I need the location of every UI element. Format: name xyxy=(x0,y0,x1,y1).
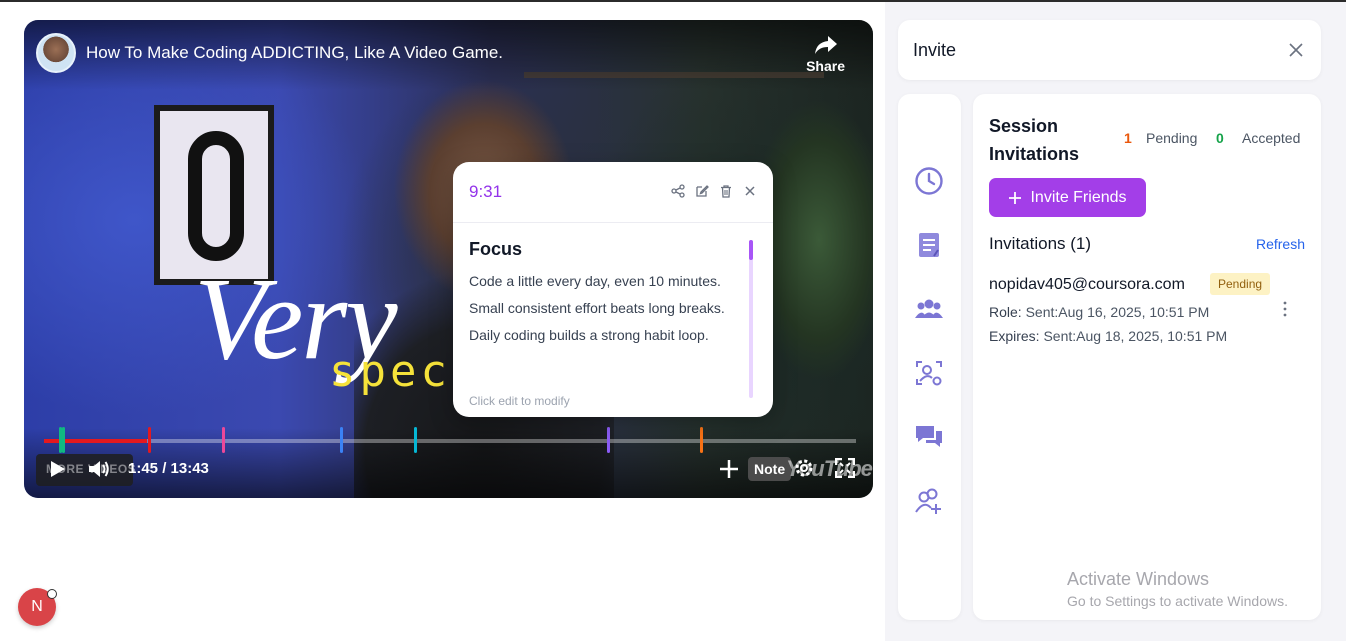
note-body: Code a little every day, even 10 minutes… xyxy=(469,270,739,351)
note-toolbar xyxy=(671,184,757,198)
accepted-count: 0 xyxy=(1216,130,1224,146)
video-title[interactable]: How To Make Coding ADDICTING, Like A Vid… xyxy=(86,43,503,63)
plus-icon xyxy=(1009,191,1022,204)
note-marker[interactable] xyxy=(700,427,704,453)
accepted-label: Accepted xyxy=(1242,130,1301,146)
note-scroll-thumb[interactable] xyxy=(749,240,753,260)
close-icon[interactable] xyxy=(1289,43,1303,57)
add-note-icon[interactable] xyxy=(718,458,740,480)
share-icon xyxy=(814,36,837,54)
note-scrollbar[interactable] xyxy=(749,240,753,398)
side-icon-rail xyxy=(898,94,961,620)
share-note-icon[interactable] xyxy=(671,184,685,198)
note-line: Code a little every day, even 10 minutes… xyxy=(469,273,721,289)
video-time: 1:45 / 13:43 xyxy=(128,460,209,477)
pending-label: Pending xyxy=(1146,130,1198,146)
invite-header: Invite xyxy=(898,20,1321,80)
close-note-icon[interactable] xyxy=(743,184,757,198)
more-options-icon[interactable] xyxy=(1277,300,1293,318)
settings-gear-icon[interactable] xyxy=(793,457,815,479)
add-user-icon[interactable] xyxy=(914,486,944,516)
session-invitations-title: Session Invitations xyxy=(989,116,1080,164)
note-marker[interactable] xyxy=(607,427,611,453)
note-button[interactable]: Note xyxy=(748,457,792,481)
watermark-line-1: Activate Windows xyxy=(1067,569,1210,589)
invitation-role: Role: Sent:Aug 16, 2025, 10:51 PM xyxy=(989,304,1209,320)
fullscreen-icon[interactable] xyxy=(835,458,855,478)
pending-count: 1 xyxy=(1124,130,1132,146)
overlay-text-spec: spec xyxy=(329,346,451,397)
invitation-email: nopidav405@coursora.com xyxy=(989,276,1185,293)
invite-friends-label: Invite Friends xyxy=(1030,188,1127,206)
role-value: Sent:Aug 16, 2025, 10:51 PM xyxy=(1025,304,1210,320)
invitation-expires: Expires: Sent:Aug 18, 2025, 10:51 PM xyxy=(989,328,1227,344)
play-icon[interactable] xyxy=(50,460,66,478)
activate-windows-watermark: Activate Windows Go to Settings to activ… xyxy=(1067,569,1288,609)
note-timestamp[interactable]: 9:31 xyxy=(469,182,502,202)
channel-avatar[interactable] xyxy=(36,33,76,73)
note-line: Small consistent effort beats long break… xyxy=(469,300,725,316)
role-label: Role: xyxy=(989,304,1022,320)
delete-note-icon[interactable] xyxy=(719,184,733,198)
expires-label: Expires: xyxy=(989,328,1040,344)
note-marker[interactable] xyxy=(221,427,225,453)
note-divider xyxy=(453,222,773,223)
refresh-link[interactable]: Refresh xyxy=(1256,236,1305,252)
expires-value: Sent:Aug 18, 2025, 10:51 PM xyxy=(1043,328,1228,344)
edit-note-icon[interactable] xyxy=(695,184,709,198)
scan-user-icon[interactable] xyxy=(914,358,944,388)
note-marker[interactable] xyxy=(61,427,65,453)
invitations-panel: Session Invitations 1 Pending 0 Accepted… xyxy=(973,94,1321,620)
note-marker[interactable] xyxy=(147,427,151,453)
invite-friends-button[interactable]: Invite Friends xyxy=(989,178,1146,217)
invite-title: Invite xyxy=(913,40,957,60)
note-line: Daily coding builds a strong habit loop. xyxy=(469,327,709,343)
share-button[interactable]: Share xyxy=(806,34,845,74)
notes-icon[interactable] xyxy=(914,230,944,260)
clock-icon[interactable] xyxy=(914,166,944,196)
note-edit-hint: Click edit to modify xyxy=(469,394,570,408)
status-dot xyxy=(47,589,57,599)
watermark-line-2: Go to Settings to activate Windows. xyxy=(1067,593,1288,609)
note-title: Focus xyxy=(469,239,523,259)
share-label: Share xyxy=(806,58,845,74)
progress-bar[interactable] xyxy=(44,439,856,443)
status-badge: Pending xyxy=(1210,273,1271,295)
invitations-heading: Invitations (1) xyxy=(989,234,1092,253)
chat-icon[interactable] xyxy=(914,422,944,452)
volume-icon[interactable] xyxy=(88,459,110,479)
note-popup[interactable]: 9:31 Focus Code a little every day, even… xyxy=(453,162,773,417)
note-marker[interactable] xyxy=(413,427,417,453)
note-marker[interactable] xyxy=(339,427,343,453)
group-icon[interactable] xyxy=(914,294,944,324)
